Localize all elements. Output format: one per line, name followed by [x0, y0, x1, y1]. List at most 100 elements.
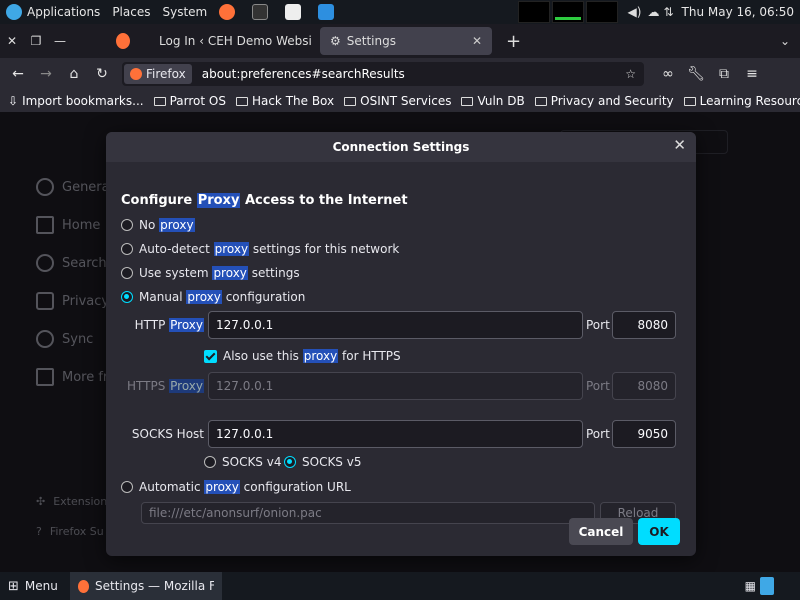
tab-close-icon[interactable]: ✕: [462, 34, 482, 48]
bookmark-label: Learning Resources: [699, 94, 800, 108]
bookmark-hack-the-box[interactable]: Hack The Box: [235, 94, 334, 108]
heading-highlight: Proxy: [196, 193, 241, 208]
https-proxy-input[interactable]: 127.0.0.1: [208, 372, 583, 400]
folder-icon: [235, 96, 248, 106]
grid-icon: ⊞: [8, 578, 19, 594]
radio-button[interactable]: [204, 456, 216, 468]
radio-auto-config-url[interactable]: Automatic proxy configuration URL: [121, 480, 351, 494]
http-port-input[interactable]: 8080: [612, 311, 676, 339]
checkbox-label: Also use this proxy for HTTPS: [223, 349, 401, 363]
url-bar[interactable]: Firefox about:preferences#searchResults …: [122, 62, 644, 86]
folder-icon: [153, 96, 166, 106]
http-proxy-input[interactable]: 127.0.0.1: [208, 311, 583, 339]
bookmark-parrot-os[interactable]: Parrot OS: [153, 94, 226, 108]
launcher-firefox[interactable]: [213, 0, 246, 24]
radio-label: SOCKS v4: [222, 455, 282, 469]
radio-auto-detect[interactable]: Auto-detect proxy settings for this netw…: [121, 242, 399, 256]
places-menu[interactable]: Places: [106, 0, 156, 24]
wrench-icon[interactable]: 🔧︎: [682, 66, 710, 82]
restore-window-icon[interactable]: ❐: [24, 34, 48, 48]
bookmark-learning[interactable]: Learning Resources: [683, 94, 800, 108]
forward-button[interactable]: →: [32, 66, 60, 82]
bookmark-osint[interactable]: OSINT Services: [344, 94, 451, 108]
applications-menu[interactable]: Applications: [0, 0, 106, 24]
terminal-icon: [252, 4, 269, 20]
tab-settings[interactable]: ⚙ Settings ✕: [320, 27, 492, 55]
radio-button[interactable]: [121, 243, 133, 255]
parrot-logo-icon: [6, 4, 22, 20]
socks-port-label: Port: [586, 427, 610, 441]
minimize-window-icon[interactable]: —: [48, 34, 72, 48]
ok-button[interactable]: OK: [638, 518, 680, 545]
http-proxy-label: HTTP Proxy: [134, 318, 204, 332]
socks-host-input[interactable]: 127.0.0.1: [208, 420, 583, 448]
radio-button[interactable]: [121, 219, 133, 231]
clock[interactable]: Thu May 16, 06:50: [682, 5, 794, 19]
taskbar-window-firefox[interactable]: Settings — Mozilla Fir...: [69, 572, 222, 600]
workspace-switcher-icon[interactable]: ▦: [745, 579, 756, 593]
mask-icon[interactable]: ∞: [654, 66, 682, 82]
tab-login[interactable]: Log In ‹ CEH Demo Websi: [144, 27, 316, 55]
close-icon[interactable]: ✕: [673, 136, 686, 154]
radio-manual-proxy[interactable]: Manual proxy configuration: [121, 290, 305, 304]
back-button[interactable]: ←: [4, 66, 32, 82]
heading-text: Configure: [121, 193, 197, 208]
pac-url-input[interactable]: file:///etc/anonsurf/onion.pac: [141, 502, 595, 524]
cloud-icon[interactable]: ☁: [647, 5, 659, 19]
bookmark-privacy[interactable]: Privacy and Security: [534, 94, 674, 108]
notification-icon[interactable]: [760, 577, 774, 595]
bookmark-vuln-db[interactable]: Vuln DB: [461, 94, 525, 108]
text-editor-icon: [285, 4, 302, 20]
home-button[interactable]: ⌂: [60, 66, 88, 82]
menu-icon[interactable]: ≡: [738, 66, 766, 82]
close-window-icon[interactable]: ✕: [0, 34, 24, 48]
radio-label: Manual proxy configuration: [139, 290, 306, 304]
cancel-button[interactable]: Cancel: [569, 518, 633, 545]
bookmark-star-icon[interactable]: ☆: [625, 67, 636, 81]
nav-bar: ← → ⌂ ↻ Firefox about:preferences#search…: [0, 58, 800, 90]
firefox-icon: [130, 68, 142, 80]
launcher-terminal[interactable]: [246, 0, 279, 24]
bookmark-label: OSINT Services: [360, 94, 452, 108]
radio-system-proxy[interactable]: Use system proxy settings: [121, 266, 300, 280]
dialog-title: Connection Settings: [332, 140, 470, 154]
radio-button-selected[interactable]: [284, 456, 296, 468]
taskbar: ⊞ Menu Settings — Mozilla Fir... ▦: [0, 572, 800, 600]
socks-port-input[interactable]: 9050: [612, 420, 676, 448]
radio-no-proxy[interactable]: No proxy: [121, 218, 195, 232]
tab-bar: ✕ ❐ — Log In ‹ CEH Demo Websi ⚙ Settings…: [0, 24, 800, 58]
system-menu[interactable]: System: [156, 0, 213, 24]
radio-socks-v5[interactable]: SOCKS v5: [284, 455, 361, 469]
launcher-vscode[interactable]: [312, 0, 345, 24]
new-tab-button[interactable]: +: [506, 31, 521, 52]
url-text[interactable]: about:preferences#searchResults: [202, 67, 405, 81]
menu-button[interactable]: ⊞ Menu: [0, 572, 66, 600]
https-port-label: Port: [586, 379, 610, 393]
radio-button[interactable]: [121, 481, 133, 493]
identity-box[interactable]: Firefox: [124, 64, 192, 84]
radio-socks-v4[interactable]: SOCKS v4: [204, 455, 281, 469]
launcher-editor[interactable]: [279, 0, 312, 24]
firefox-icon: [116, 33, 130, 49]
memory-monitor: [551, 1, 584, 23]
folder-icon: [344, 96, 357, 106]
bookmark-import[interactable]: ⇩ Import bookmarks...: [8, 94, 144, 108]
bookmark-label: Privacy and Security: [550, 94, 674, 108]
radio-button-selected[interactable]: [121, 291, 133, 303]
menu-label: Menu: [24, 579, 58, 593]
gear-icon: ⚙: [330, 34, 341, 48]
radio-button[interactable]: [121, 267, 133, 279]
volume-icon[interactable]: ◀): [628, 5, 642, 19]
https-port-input[interactable]: 8080: [612, 372, 676, 400]
extensions-icon[interactable]: ⧉: [710, 66, 738, 82]
also-https-checkbox[interactable]: Also use this proxy for HTTPS: [204, 349, 401, 363]
folder-icon: [683, 96, 696, 106]
radio-label: SOCKS v5: [302, 455, 362, 469]
network-icon[interactable]: ⇅: [663, 5, 673, 19]
tab-firefox-home[interactable]: [106, 27, 140, 55]
identity-label: Firefox: [146, 67, 186, 81]
list-all-tabs-button[interactable]: ⌄: [780, 34, 790, 48]
checkbox-checked[interactable]: [204, 349, 217, 363]
reload-button[interactable]: ↻: [88, 66, 116, 82]
radio-label: Use system proxy settings: [139, 266, 300, 280]
